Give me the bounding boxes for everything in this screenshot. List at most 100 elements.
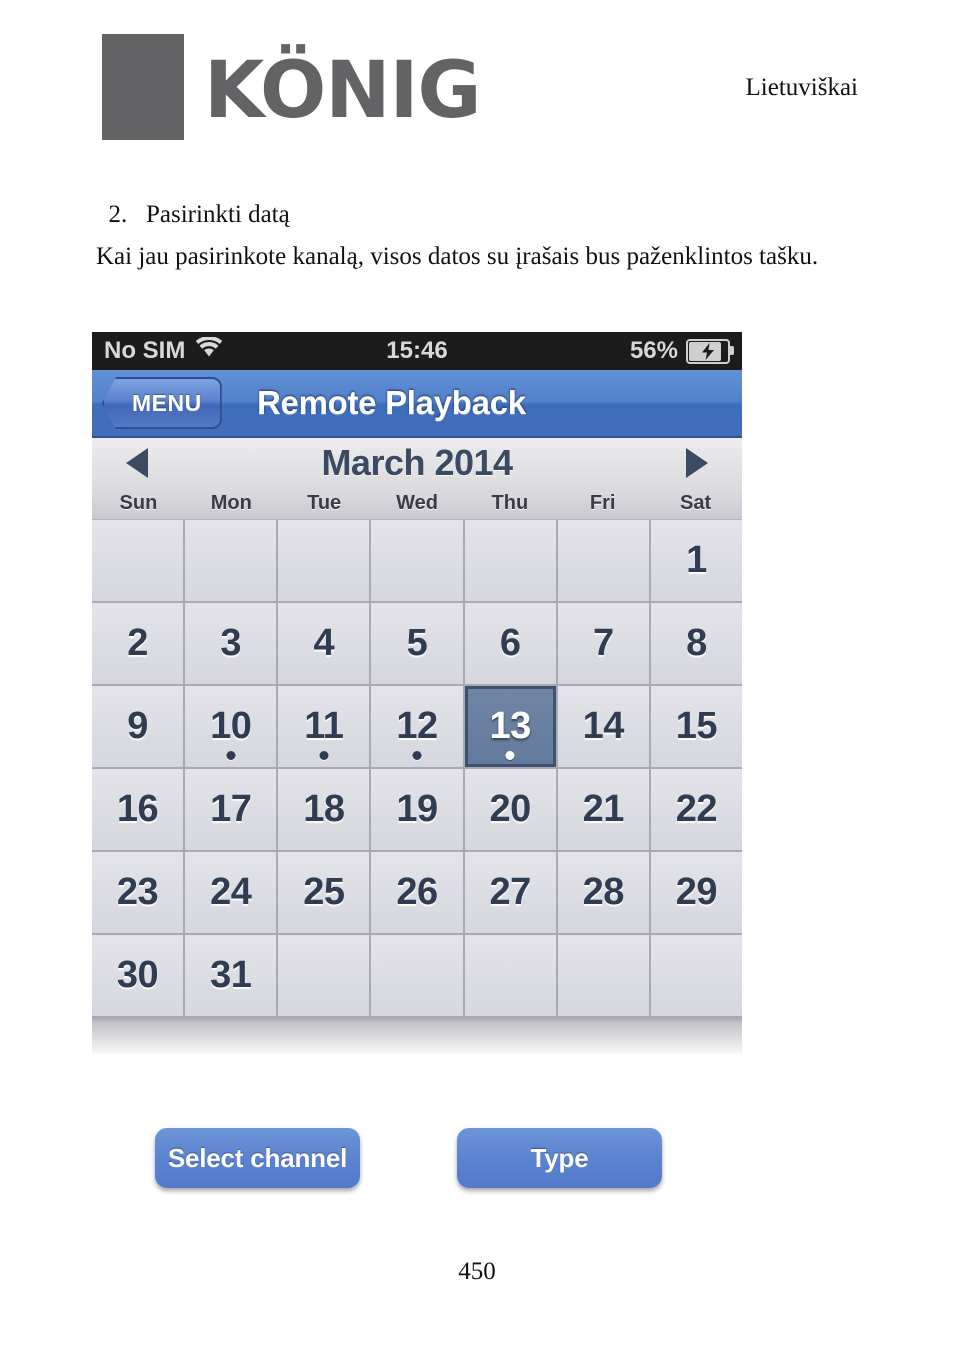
calendar-day-number: 23 — [116, 871, 159, 913]
triangle-left-icon[interactable] — [126, 448, 148, 478]
recording-dot-indicator — [319, 751, 329, 760]
menu-back-button[interactable]: MENU — [102, 377, 222, 429]
calendar-day-cell[interactable]: 24 — [185, 852, 277, 933]
triangle-right-icon[interactable] — [686, 448, 708, 478]
calendar-day-number: 9 — [127, 705, 148, 747]
calendar-day-cell[interactable]: 26 — [371, 852, 463, 933]
calendar-empty-cell — [92, 520, 184, 601]
calendar-day-number: 8 — [686, 622, 707, 664]
calendar-day-cell[interactable]: 20 — [464, 769, 556, 850]
calendar-day-cell[interactable]: 12 — [371, 686, 463, 767]
calendar-day-cell[interactable]: 13 — [464, 686, 556, 767]
weekday-label: Thu — [491, 492, 529, 514]
calendar-empty-cell — [278, 935, 370, 1016]
language-label: Lietuviškai — [745, 74, 858, 101]
page-header: KÖNIG Lietuviškai — [0, 0, 954, 160]
calendar-day-cell[interactable]: 9 — [92, 686, 184, 767]
nav-title: Remote Playback — [257, 384, 526, 421]
weekday-header: Sun Mon Tue Wed Thu Fri Sat — [92, 488, 742, 520]
calendar-day-cell[interactable]: 16 — [92, 769, 184, 850]
calendar-day-number: 7 — [592, 622, 614, 664]
calendar-day-cell[interactable]: 1 — [650, 520, 742, 601]
calendar-day-number: 5 — [406, 622, 428, 664]
calendar-empty-cell — [185, 520, 277, 601]
calendar-empty-cell — [557, 520, 649, 601]
calendar-day-number: 28 — [582, 871, 625, 913]
calendar-day-cell[interactable]: 22 — [650, 769, 742, 850]
calendar-day-number: 6 — [499, 622, 521, 664]
calendar-day-cell[interactable]: 15 — [650, 686, 742, 767]
recording-dot-indicator — [226, 751, 236, 760]
calendar-day-cell[interactable]: 3 — [185, 603, 277, 684]
calendar-day-cell[interactable]: 4 — [278, 603, 370, 684]
calendar-day-cell[interactable]: 5 — [371, 603, 463, 684]
calendar-day-number: 19 — [396, 788, 438, 830]
calendar-day-cell[interactable]: 6 — [464, 603, 556, 684]
step-heading: 2. Pasirinkti datą — [96, 173, 290, 229]
calendar-day-number: 24 — [210, 871, 252, 913]
step-number: 2. — [108, 201, 128, 228]
calendar-day-number: 15 — [675, 705, 718, 747]
intro-paragraph: Kai jau pasirinkote kanalą, visos datos … — [96, 243, 819, 270]
month-title: March 2014 — [321, 442, 513, 483]
calendar-day-cell[interactable]: 19 — [371, 769, 463, 850]
calendar-day-number: 16 — [116, 788, 159, 830]
calendar-day-cell[interactable]: 7 — [557, 603, 649, 684]
phone-screenshot: No SIM 15:46 56% MENU Remote Playback Ma… — [92, 332, 742, 1054]
calendar-day-cell[interactable]: 27 — [464, 852, 556, 933]
calendar-empty-cell — [650, 935, 742, 1016]
select-channel-button[interactable]: Select channel — [155, 1128, 360, 1188]
battery-charging-icon — [686, 338, 734, 364]
calendar-day-number: 31 — [210, 954, 252, 996]
calendar-day-cell[interactable]: 29 — [650, 852, 742, 933]
calendar-day-cell[interactable]: 8 — [650, 603, 742, 684]
calendar-day-number: 18 — [303, 788, 345, 830]
konig-logo-mark — [100, 32, 190, 144]
month-navigation-bar: March 2014 — [92, 438, 742, 488]
calendar-day-cell[interactable]: 11 — [278, 686, 370, 767]
konig-wordmark: KÖNIG — [204, 46, 482, 136]
calendar-empty-cell — [464, 935, 556, 1016]
calendar-day-cell[interactable]: 30 — [92, 935, 184, 1016]
calendar-day-number: 2 — [127, 622, 148, 664]
lightning-bolt-icon — [702, 342, 714, 360]
calendar-day-cell[interactable]: 18 — [278, 769, 370, 850]
weekday-label: Fri — [589, 492, 616, 514]
calendar-day-number: 10 — [210, 705, 252, 747]
recording-dot-indicator — [412, 751, 422, 760]
weekday-label: Wed — [396, 492, 438, 514]
step-title: Pasirinkti datą — [146, 201, 290, 228]
calendar-day-cell[interactable]: 28 — [557, 852, 649, 933]
type-button[interactable]: Type — [457, 1128, 662, 1188]
calendar-day-cell[interactable]: 23 — [92, 852, 184, 933]
weekday-label: Sun — [119, 492, 158, 514]
calendar-day-cell[interactable]: 17 — [185, 769, 277, 850]
page-number: 450 — [458, 1258, 496, 1285]
calendar-grid: 1 2 3 4 5 6 7 8 9 10 11 12 13 14 15 16 17 18 19 20 21 22 23 24 2… — [92, 520, 742, 1018]
calendar-day-number: 29 — [675, 871, 718, 913]
status-bar-right: 56% — [630, 337, 734, 365]
calendar-empty-cell — [464, 520, 556, 601]
calendar-day-number: 14 — [582, 705, 625, 747]
recording-dot-indicator — [505, 751, 515, 760]
calendar-day-number: 21 — [582, 788, 625, 830]
nav-bar: MENU Remote Playback — [92, 370, 742, 438]
calendar-day-cell[interactable]: 2 — [92, 603, 184, 684]
calendar-day-cell[interactable]: 21 — [557, 769, 649, 850]
calendar-empty-cell — [371, 935, 463, 1016]
calendar-day-cell[interactable]: 25 — [278, 852, 370, 933]
weekday-label: Sat — [680, 492, 712, 514]
calendar-day-number: 26 — [396, 871, 438, 913]
weekday-label: Mon — [210, 492, 252, 514]
status-bar: No SIM 15:46 56% — [92, 332, 742, 370]
calendar-day-number: 13 — [489, 705, 531, 747]
calendar-day-number: 3 — [220, 622, 242, 664]
calendar-day-cell[interactable]: 10 — [185, 686, 277, 767]
calendar-day-cell[interactable]: 14 — [557, 686, 649, 767]
calendar-day-number: 22 — [675, 788, 718, 830]
weekday-label: Tue — [307, 492, 342, 514]
calendar-day-number: 11 — [304, 705, 344, 747]
konig-logo: KÖNIG — [100, 32, 482, 144]
calendar-day-cell[interactable]: 31 — [185, 935, 277, 1016]
calendar-day-number: 30 — [116, 954, 159, 996]
